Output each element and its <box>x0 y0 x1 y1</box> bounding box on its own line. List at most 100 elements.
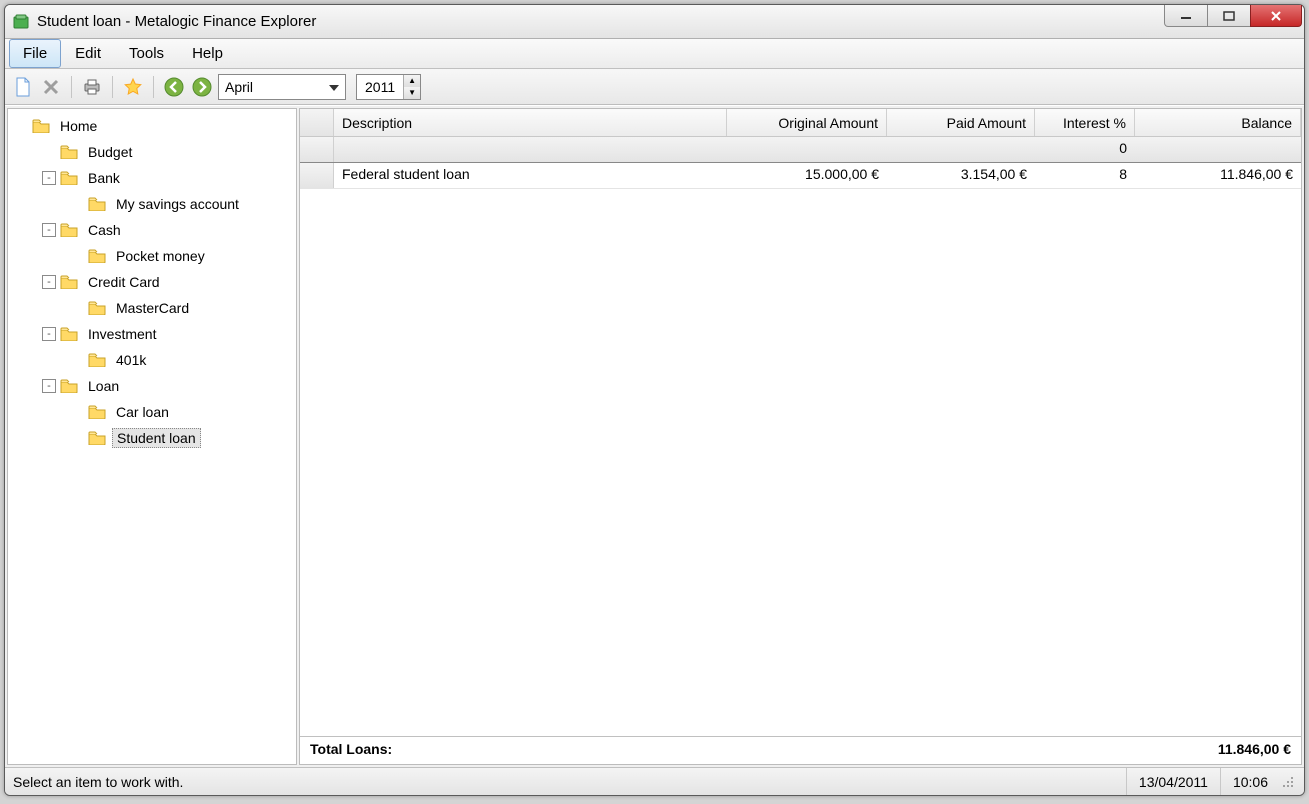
page-icon <box>14 77 32 97</box>
row-indicator-header[interactable] <box>300 109 334 136</box>
col-interest[interactable]: Interest % <box>1035 109 1135 136</box>
title-bar[interactable]: Student loan - Metalogic Finance Explore… <box>5 5 1304 39</box>
menu-bar: File Edit Tools Help <box>5 39 1304 69</box>
tree-item[interactable]: - Credit Card <box>8 269 296 295</box>
tree-item-label: Loan <box>84 377 123 395</box>
cell-description: Federal student loan <box>334 163 727 188</box>
total-row: Total Loans: 11.846,00 € <box>300 736 1301 764</box>
folder-icon <box>60 379 84 393</box>
tree-item-label: Home <box>56 117 101 135</box>
col-balance[interactable]: Balance <box>1135 109 1301 136</box>
tree-item-label: Pocket money <box>112 247 209 265</box>
printer-icon <box>82 78 102 96</box>
month-value: April <box>225 79 253 95</box>
delete-button[interactable] <box>39 75 63 99</box>
folder-icon <box>88 249 112 263</box>
new-button[interactable] <box>11 75 35 99</box>
tree-item[interactable]: - Bank <box>8 165 296 191</box>
folder-icon <box>60 223 84 237</box>
cell-original: 15.000,00 € <box>727 163 887 188</box>
status-date: 13/04/2011 <box>1126 768 1220 795</box>
folder-icon <box>88 301 112 315</box>
collapse-icon[interactable]: - <box>42 223 56 237</box>
tree-item[interactable]: My savings account <box>8 191 296 217</box>
resize-grip-icon[interactable] <box>1280 774 1296 790</box>
tree-item-label: Cash <box>84 221 125 239</box>
tree-item-label: 401k <box>112 351 150 369</box>
grid-header: Description Original Amount Paid Amount … <box>300 109 1301 137</box>
year-spinner[interactable]: 2011 ▲ ▼ <box>356 74 421 100</box>
grid-body[interactable]: 0Federal student loan15.000,00 €3.154,00… <box>300 137 1301 736</box>
status-message: Select an item to work with. <box>13 774 1126 790</box>
tree-item[interactable]: Pocket money <box>8 243 296 269</box>
cell-interest: 8 <box>1035 163 1135 188</box>
collapse-icon[interactable]: - <box>42 379 56 393</box>
table-row[interactable]: Federal student loan15.000,00 €3.154,00 … <box>300 163 1301 189</box>
folder-icon <box>60 327 84 341</box>
tree-item-label: Student loan <box>112 428 201 448</box>
arrow-right-icon <box>192 77 212 97</box>
cell-balance: 11.846,00 € <box>1135 163 1301 188</box>
close-button[interactable] <box>1250 5 1302 27</box>
x-icon <box>42 78 60 96</box>
tree-item-label: Car loan <box>112 403 173 421</box>
app-icon <box>13 13 31 31</box>
summary-row[interactable]: 0 <box>300 137 1301 163</box>
collapse-icon[interactable]: - <box>42 275 56 289</box>
status-bar: Select an item to work with. 13/04/2011 … <box>5 767 1304 795</box>
tree-item[interactable]: Car loan <box>8 399 296 425</box>
year-down-button[interactable]: ▼ <box>404 87 420 99</box>
summary-interest: 0 <box>1035 137 1135 162</box>
toolbar: April 2011 ▲ ▼ <box>5 69 1304 105</box>
window-title: Student loan - Metalogic Finance Explore… <box>37 13 1165 30</box>
col-paid-amount[interactable]: Paid Amount <box>887 109 1035 136</box>
tree-item[interactable]: Home <box>8 113 296 139</box>
folder-icon <box>88 431 112 445</box>
collapse-icon[interactable]: - <box>42 327 56 341</box>
prev-button[interactable] <box>162 75 186 99</box>
tree-item[interactable]: - Cash <box>8 217 296 243</box>
menu-edit[interactable]: Edit <box>61 39 115 68</box>
tree-item[interactable]: Budget <box>8 139 296 165</box>
folder-icon <box>60 275 84 289</box>
year-value: 2011 <box>357 79 403 95</box>
cell-paid: 3.154,00 € <box>887 163 1035 188</box>
folder-icon <box>88 353 112 367</box>
collapse-icon[interactable]: - <box>42 171 56 185</box>
folder-icon <box>88 197 112 211</box>
col-description[interactable]: Description <box>334 109 727 136</box>
loan-grid: Description Original Amount Paid Amount … <box>299 108 1302 765</box>
menu-file[interactable]: File <box>9 39 61 68</box>
total-label: Total Loans: <box>310 741 392 760</box>
folder-icon <box>60 171 84 185</box>
maximize-button[interactable] <box>1207 5 1251 27</box>
folder-icon <box>60 145 84 159</box>
tree-item[interactable]: MasterCard <box>8 295 296 321</box>
favorite-button[interactable] <box>121 75 145 99</box>
next-button[interactable] <box>190 75 214 99</box>
print-button[interactable] <box>80 75 104 99</box>
tree-item[interactable]: 401k <box>8 347 296 373</box>
tree-item-label: Credit Card <box>84 273 164 291</box>
tree-item-label: MasterCard <box>112 299 193 317</box>
tree-item-label: Investment <box>84 325 160 343</box>
tree-item[interactable]: Student loan <box>8 425 296 451</box>
tree-item[interactable]: - Loan <box>8 373 296 399</box>
menu-tools[interactable]: Tools <box>115 39 178 68</box>
tree-item-label: My savings account <box>112 195 243 213</box>
status-time: 10:06 <box>1220 768 1280 795</box>
tree-item-label: Budget <box>84 143 136 161</box>
year-up-button[interactable]: ▲ <box>404 75 420 87</box>
app-window: Student loan - Metalogic Finance Explore… <box>4 4 1305 796</box>
tree-item-label: Bank <box>84 169 124 187</box>
total-value: 11.846,00 € <box>1218 741 1291 760</box>
tree-item[interactable]: - Investment <box>8 321 296 347</box>
month-select[interactable]: April <box>218 74 346 100</box>
navigation-tree[interactable]: Home Budget - Bank My savings account - Cash Po… <box>7 108 297 765</box>
col-original-amount[interactable]: Original Amount <box>727 109 887 136</box>
folder-icon <box>88 405 112 419</box>
minimize-button[interactable] <box>1164 5 1208 27</box>
menu-help[interactable]: Help <box>178 39 237 68</box>
arrow-left-icon <box>164 77 184 97</box>
folder-icon <box>32 119 56 133</box>
